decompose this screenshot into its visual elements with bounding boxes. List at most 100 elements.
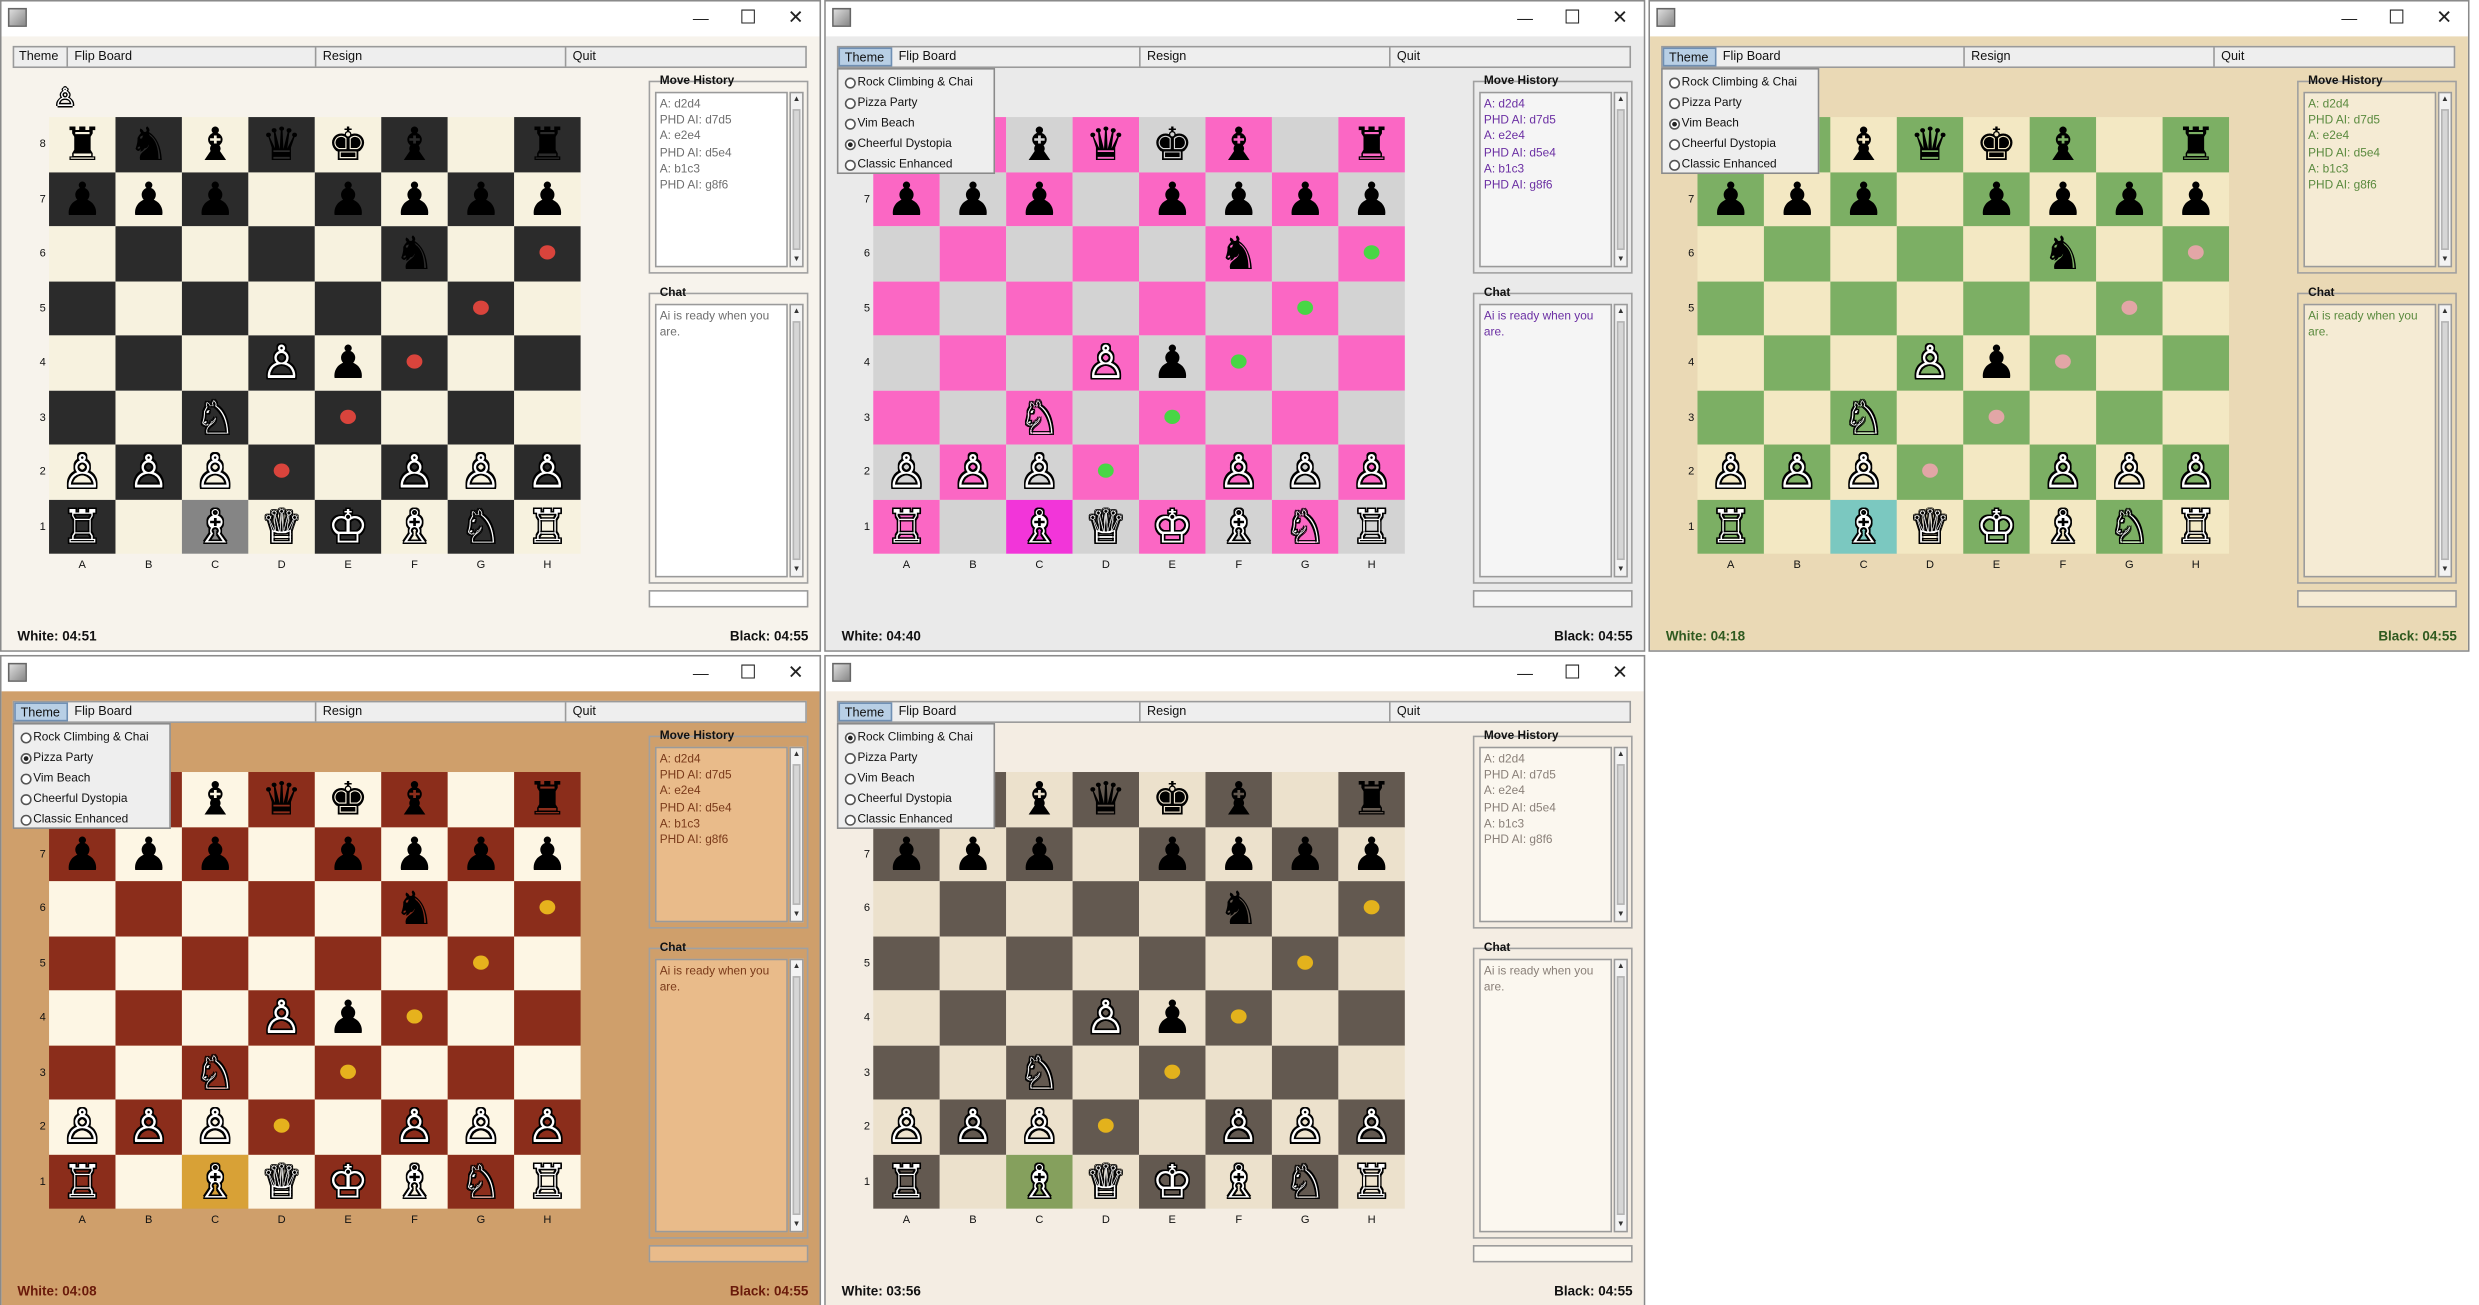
square-d6[interactable] (248, 881, 315, 936)
scroll-thumb[interactable] (792, 321, 801, 561)
square-g7[interactable]: ♟ (2096, 171, 2163, 227)
square-d3[interactable] (1896, 389, 1964, 445)
square-h3[interactable] (514, 1044, 581, 1100)
square-f2[interactable]: ♙ (381, 444, 448, 500)
square-g2[interactable]: ♙ (1271, 444, 1339, 500)
square-c7[interactable]: ♟ (1006, 826, 1073, 882)
scroll-up-icon[interactable]: ▲ (1615, 305, 1626, 318)
move-history-scrollbar[interactable]: ▲ ▼ (789, 746, 804, 923)
scroll-down-icon[interactable]: ▼ (2439, 253, 2450, 266)
square-g2[interactable]: ♙ (2096, 444, 2163, 500)
square-h8[interactable]: ♜ (1338, 772, 1405, 827)
close-button[interactable] (2420, 5, 2467, 30)
square-e6[interactable] (1139, 226, 1206, 281)
square-a5[interactable] (49, 280, 116, 336)
scroll-up-icon[interactable]: ▲ (791, 305, 802, 318)
square-a6[interactable] (873, 226, 940, 281)
theme-menu[interactable]: Theme (14, 702, 69, 722)
square-g6[interactable] (1271, 881, 1339, 936)
square-d1[interactable]: ♕ (1072, 1154, 1140, 1209)
square-f4[interactable] (381, 335, 448, 390)
square-h7[interactable]: ♟ (2162, 171, 2230, 227)
square-b1[interactable] (939, 499, 1007, 554)
square-c6[interactable] (1830, 226, 1897, 281)
scroll-up-icon[interactable]: ▲ (791, 93, 802, 106)
square-c1[interactable]: ♗ (181, 1154, 249, 1209)
scroll-thumb[interactable] (792, 109, 801, 250)
square-b5[interactable] (115, 935, 182, 991)
square-c1[interactable]: ♗ (1830, 499, 1897, 554)
square-d4[interactable]: ♙ (1072, 990, 1140, 1045)
square-b3[interactable] (939, 389, 1007, 445)
square-b4[interactable] (939, 335, 1007, 390)
square-f8[interactable]: ♝ (1205, 772, 1272, 827)
square-h3[interactable] (2162, 389, 2230, 445)
square-d6[interactable] (1072, 226, 1140, 281)
square-c6[interactable] (1006, 226, 1073, 281)
square-d2[interactable] (1072, 444, 1140, 500)
maximize-button[interactable] (725, 660, 772, 685)
square-e8[interactable]: ♚ (1139, 772, 1206, 827)
chat-input[interactable] (1472, 1245, 1633, 1263)
square-a2[interactable]: ♙ (49, 444, 116, 500)
close-button[interactable] (772, 660, 819, 685)
flip-board-menu[interactable]: Flip Board (68, 702, 317, 722)
theme-option-radio[interactable]: Vim Beach (842, 112, 992, 133)
square-c7[interactable]: ♟ (181, 826, 249, 882)
square-h3[interactable] (514, 389, 581, 445)
theme-option-radio[interactable]: Classic Enhanced (1666, 153, 1816, 174)
square-b6[interactable] (939, 881, 1007, 936)
square-g5[interactable] (447, 935, 515, 991)
quit-menu[interactable]: Quit (566, 702, 806, 721)
square-d1[interactable]: ♕ (1072, 499, 1140, 554)
maximize-button[interactable] (2373, 5, 2420, 30)
square-e7[interactable]: ♟ (314, 826, 382, 882)
square-e7[interactable]: ♟ (314, 171, 382, 227)
square-c5[interactable] (1830, 280, 1897, 336)
theme-option-radio[interactable]: Classic Enhanced (842, 153, 992, 174)
scroll-down-icon[interactable]: ▼ (791, 1218, 802, 1231)
square-g3[interactable] (447, 389, 515, 445)
square-h4[interactable] (514, 990, 581, 1045)
square-f7[interactable]: ♟ (381, 171, 448, 227)
square-a3[interactable] (49, 1044, 116, 1100)
square-e8[interactable]: ♚ (314, 117, 382, 172)
square-a3[interactable] (1697, 389, 1764, 445)
square-b1[interactable] (1763, 499, 1831, 554)
square-a6[interactable] (49, 226, 116, 281)
square-d5[interactable] (1072, 280, 1140, 336)
theme-option-radio[interactable]: Vim Beach (17, 767, 167, 788)
square-f4[interactable] (2029, 335, 2097, 390)
scroll-thumb[interactable] (1616, 109, 1625, 250)
square-b6[interactable] (939, 226, 1007, 281)
theme-option-radio[interactable]: Rock Climbing & Chai (842, 71, 992, 92)
square-c2[interactable]: ♙ (1006, 1099, 1073, 1155)
square-e3[interactable] (314, 1044, 382, 1100)
minimize-button[interactable] (677, 660, 724, 685)
theme-option-radio[interactable]: Pizza Party (842, 747, 992, 768)
square-d4[interactable]: ♙ (248, 990, 315, 1045)
square-e5[interactable] (1139, 935, 1206, 991)
scroll-down-icon[interactable]: ▼ (791, 563, 802, 576)
resign-menu[interactable]: Resign (1141, 702, 1391, 722)
scroll-thumb[interactable] (1616, 764, 1625, 905)
square-d2[interactable] (1072, 1099, 1140, 1155)
square-b5[interactable] (939, 280, 1007, 336)
square-h1[interactable]: ♖ (514, 1154, 581, 1209)
square-g5[interactable] (1271, 935, 1339, 991)
square-d7[interactable] (1072, 826, 1140, 882)
scroll-down-icon[interactable]: ▼ (1615, 563, 1626, 576)
square-h7[interactable]: ♟ (514, 171, 581, 227)
square-e2[interactable] (1139, 444, 1206, 500)
square-f1[interactable]: ♗ (381, 1154, 448, 1209)
square-f8[interactable]: ♝ (381, 117, 448, 172)
square-g5[interactable] (1271, 280, 1339, 336)
square-e7[interactable]: ♟ (1139, 171, 1206, 227)
square-b5[interactable] (115, 280, 182, 336)
square-e4[interactable]: ♟ (314, 990, 382, 1045)
theme-option-radio[interactable]: Cheerful Dystopia (842, 788, 992, 809)
square-d7[interactable] (1896, 171, 1964, 227)
square-b5[interactable] (939, 935, 1007, 991)
square-e4[interactable]: ♟ (1139, 335, 1206, 390)
square-f4[interactable] (1205, 990, 1272, 1045)
